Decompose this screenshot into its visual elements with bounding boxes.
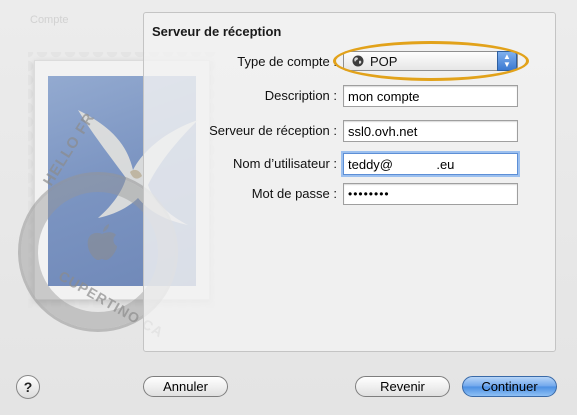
password-label: Mot de passe : xyxy=(251,186,337,201)
globe-icon xyxy=(352,55,364,67)
account-type-value: POP xyxy=(370,53,398,69)
background-ghost-label: Compte xyxy=(30,14,69,26)
incoming-server-label: Serveur de réception : xyxy=(209,123,337,138)
back-button[interactable]: Revenir xyxy=(355,376,450,397)
continue-button[interactable]: Continuer xyxy=(462,376,557,397)
account-type-label: Type de compte : xyxy=(237,54,337,69)
description-field[interactable] xyxy=(343,85,518,107)
username-label: Nom d’utilisateur : xyxy=(232,156,337,171)
cancel-button[interactable]: Annuler xyxy=(143,376,228,397)
incoming-server-field[interactable] xyxy=(343,120,518,142)
password-field[interactable] xyxy=(343,183,518,205)
panel-title: Serveur de réception xyxy=(152,24,282,39)
username-field[interactable] xyxy=(343,153,518,175)
help-button[interactable]: ? xyxy=(16,375,40,399)
popup-arrows-icon: ▲ ▼ xyxy=(497,51,517,71)
account-type-popup[interactable]: POP ▲ ▼ xyxy=(343,51,518,71)
description-label: Description : xyxy=(264,88,337,103)
apple-logo-icon xyxy=(87,224,117,260)
